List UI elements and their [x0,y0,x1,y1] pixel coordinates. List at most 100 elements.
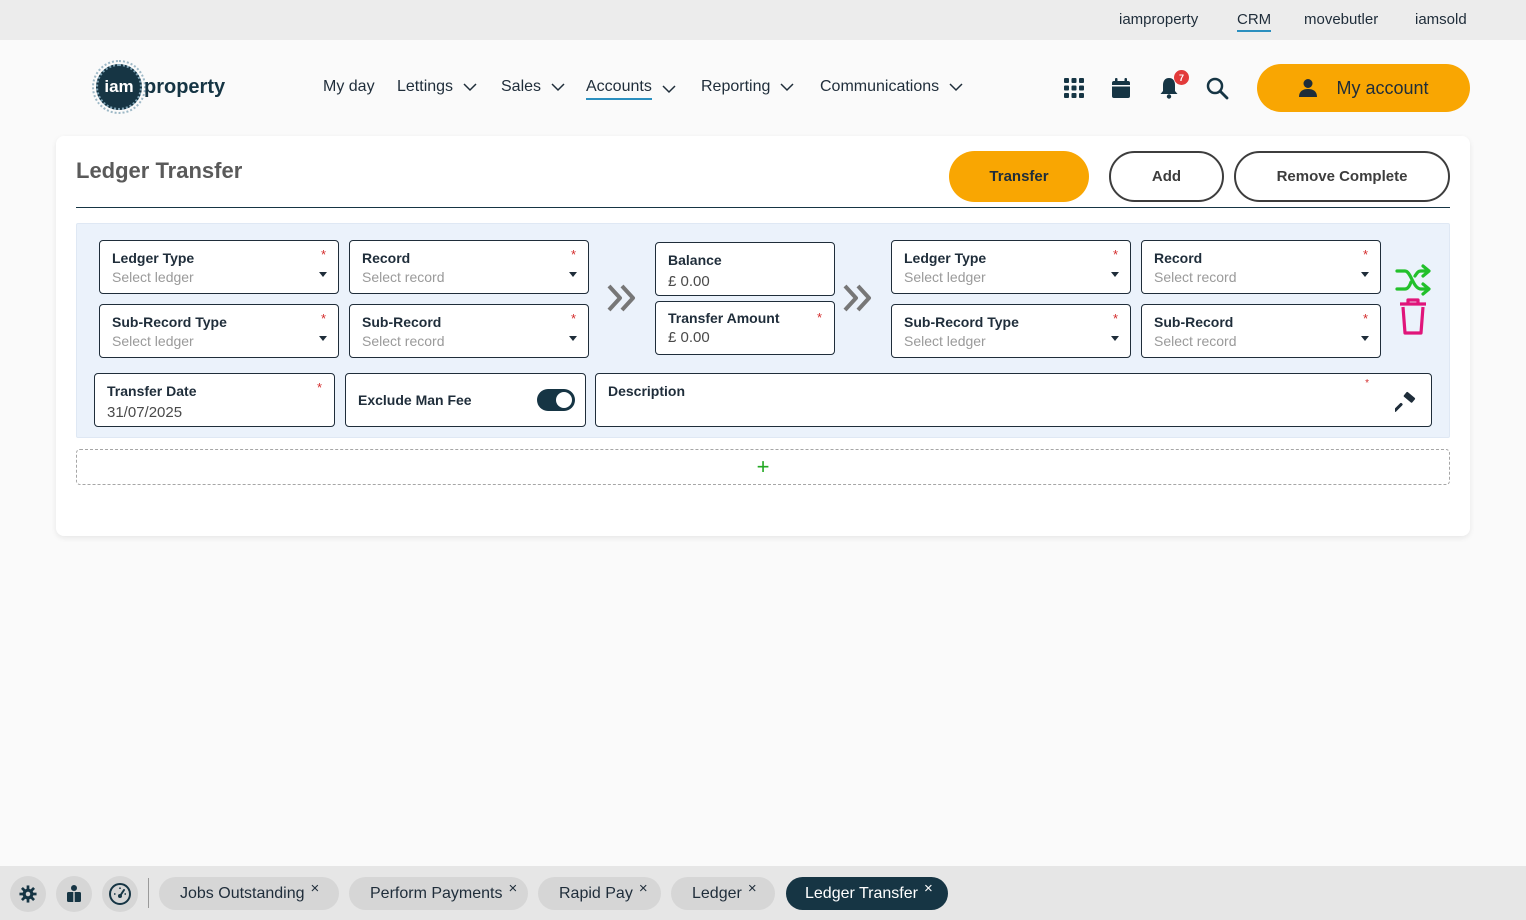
notifications-button[interactable]: 7 [1157,70,1189,100]
required-marker: * [1362,311,1368,326]
main-header: iam property My day Lettings Sales Accou… [0,40,1526,136]
nav-lettings[interactable]: Lettings [397,78,477,96]
exclude-man-fee-toggle[interactable] [537,389,575,411]
calendar-icon[interactable] [1109,76,1133,100]
caret-down-icon [319,272,327,277]
field-label: Balance [668,252,722,268]
field-label: Sub-Record Type [112,314,227,330]
settings-button[interactable] [10,876,46,912]
users-box-icon [67,885,81,902]
required-marker: * [1365,378,1369,389]
tab-ledger[interactable]: Ledger × [671,877,775,910]
tab-rapid-pay[interactable]: Rapid Pay × [538,877,661,910]
close-icon[interactable]: × [924,880,933,897]
nav-reporting[interactable]: Reporting [701,78,794,96]
transfer-date-input[interactable]: Transfer Date * 31/07/2025 [94,373,335,427]
dashboard-button[interactable] [102,876,138,912]
iamproperty-logo[interactable]: iam property [92,60,225,114]
hammer-icon[interactable] [1395,391,1417,413]
to-record-select[interactable]: Record * Select record [1141,240,1381,294]
user-icon [1299,79,1318,97]
required-marker: * [320,311,326,326]
close-icon[interactable]: × [508,880,517,897]
to-ledger-type-select[interactable]: Ledger Type * Select ledger [891,240,1131,294]
from-sub-record-select[interactable]: Sub-Record * Select record [349,304,589,358]
topbar-link-crm[interactable]: CRM [1237,11,1272,32]
field-label: Ledger Type [904,250,987,266]
nav-communications[interactable]: Communications [820,78,963,96]
field-label: Record [1154,250,1203,266]
field-label: Transfer Date [107,383,197,399]
chevron-down-icon [463,83,477,92]
nav-sales[interactable]: Sales [501,78,565,96]
chevron-down-icon [551,83,565,92]
required-marker: * [320,247,326,262]
chevron-down-icon [949,83,963,92]
nav-accounts[interactable]: Accounts [586,78,676,100]
required-marker: * [1112,247,1118,262]
required-marker: * [316,380,322,395]
field-label: Record [362,250,411,266]
caret-down-icon [1361,336,1369,341]
tab-label: Perform Payments [370,884,503,902]
caret-down-icon [569,272,577,277]
description-input[interactable]: Description * [595,373,1432,427]
from-record-select[interactable]: Record * Select record [349,240,589,294]
my-account-button[interactable]: My account [1257,64,1470,112]
field-placeholder: Select record [362,269,445,285]
nav-my-day-label: My day [323,78,375,95]
nav-sales-label: Sales [501,78,542,95]
tab-label: Jobs Outstanding [180,884,305,902]
field-label: Transfer Amount [668,310,780,326]
transfer-amount-input[interactable]: Transfer Amount * £ 0.00 [655,301,835,355]
nav-lettings-label: Lettings [397,78,454,95]
tab-label: Ledger [692,884,742,902]
gear-icon [19,885,37,903]
close-icon[interactable]: × [311,880,320,897]
nav-my-day[interactable]: My day [323,78,375,96]
close-icon[interactable]: × [639,880,648,897]
bottom-taskbar: Jobs Outstanding × Perform Payments × Ra… [0,866,1526,920]
add-transfer-row-button[interactable]: + [76,449,1450,485]
exclude-man-fee-field: Exclude Man Fee [345,373,586,427]
close-icon[interactable]: × [748,880,757,897]
tab-ledger-transfer[interactable]: Ledger Transfer × [786,877,948,910]
taskbar-divider [148,878,149,908]
from-ledger-type-select[interactable]: Ledger Type * Select ledger [99,240,339,294]
required-marker: * [1362,247,1368,262]
shuffle-icon[interactable] [1395,263,1433,297]
field-placeholder: Select ledger [112,333,194,349]
from-sub-record-type-select[interactable]: Sub-Record Type * Select ledger [99,304,339,358]
required-marker: * [816,310,822,325]
field-placeholder: Select record [362,333,445,349]
required-marker: * [570,247,576,262]
nav-communications-label: Communications [820,78,940,95]
apps-grid-icon[interactable] [1062,76,1086,100]
tab-jobs-outstanding[interactable]: Jobs Outstanding × [159,877,339,910]
top-bar: iamproperty CRM movebutler iamsold [0,0,1526,40]
double-chevron-right-icon [843,284,871,312]
title-divider [76,207,1450,208]
field-label: Sub-Record [362,314,442,330]
tab-perform-payments[interactable]: Perform Payments × [349,877,528,910]
chevron-down-icon [662,85,676,94]
trash-icon[interactable] [1397,298,1429,336]
to-sub-record-type-select[interactable]: Sub-Record Type * Select ledger [891,304,1131,358]
caret-down-icon [1111,272,1119,277]
to-sub-record-select[interactable]: Sub-Record * Select record [1141,304,1381,358]
remove-complete-button[interactable]: Remove Complete [1234,151,1450,202]
topbar-link-movebutler[interactable]: movebutler [1304,11,1378,28]
search-icon[interactable] [1205,76,1229,100]
caret-down-icon [319,336,327,341]
transfer-amount-value: £ 0.00 [668,329,710,346]
topbar-link-iamproperty[interactable]: iamproperty [1119,11,1198,28]
topbar-link-iamsold[interactable]: iamsold [1415,11,1467,28]
ledger-transfer-card: Ledger Transfer Transfer Add Remove Comp… [56,136,1470,536]
caret-down-icon [1361,272,1369,277]
notification-count-badge: 7 [1174,70,1189,85]
transfer-button[interactable]: Transfer [949,151,1089,202]
add-button[interactable]: Add [1109,151,1224,202]
my-account-label: My account [1336,77,1429,98]
people-button[interactable] [56,876,92,912]
caret-down-icon [1111,336,1119,341]
